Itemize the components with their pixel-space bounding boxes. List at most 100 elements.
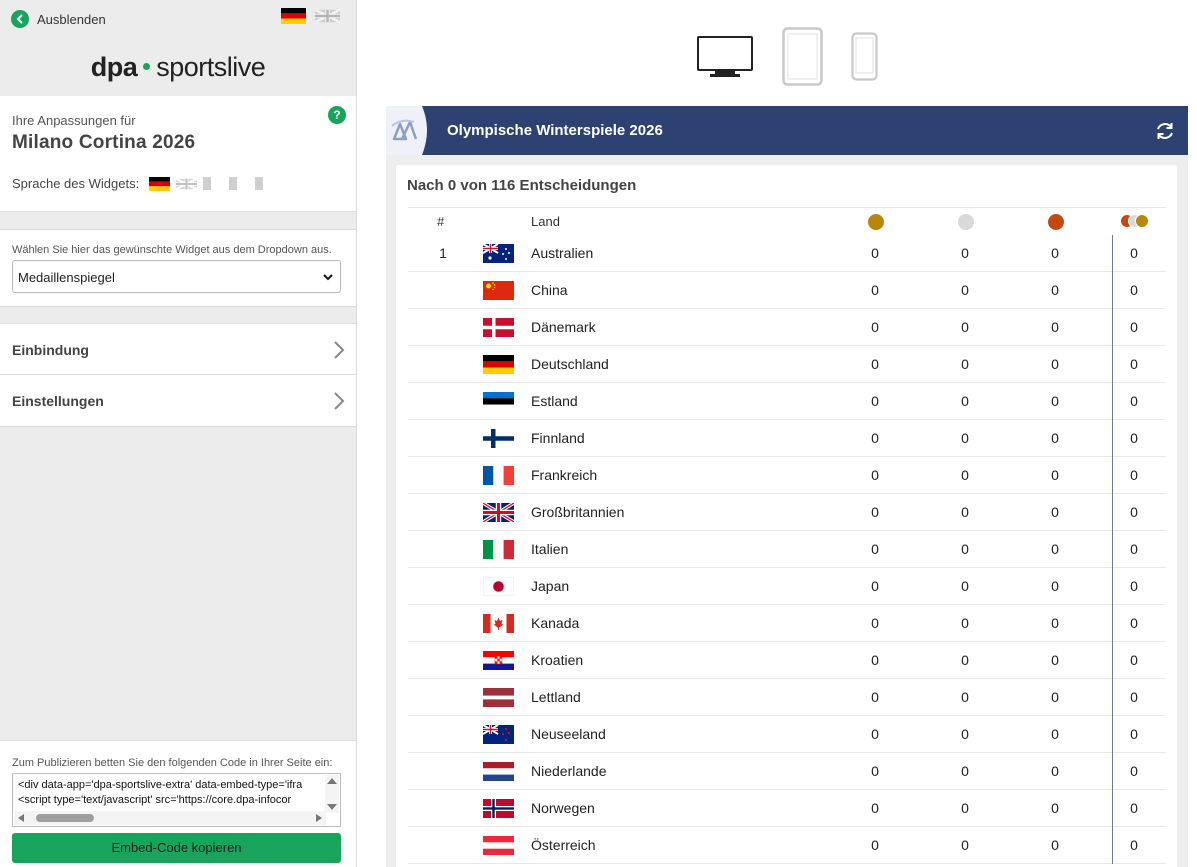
flag-dk-icon [483,318,514,337]
table-row: Finnland 0 0 0 0 [408,420,1166,457]
total-divider [1112,383,1113,420]
help-icon[interactable]: ? [328,106,346,124]
rank-cell: 1 [439,245,447,261]
embed-code-line: <div data-app='dpa-sportslive-extra' dat… [18,779,303,791]
table-header: # Land [408,207,1166,235]
hide-sidebar-button[interactable]: Ausblenden [11,10,106,28]
refresh-icon[interactable] [1154,120,1176,147]
ui-language-switch [281,8,340,24]
flag-no-icon [483,799,514,818]
table-row: China 0 0 0 0 [408,272,1166,309]
table-row: Kroatien 0 0 0 0 [408,642,1166,679]
total-divider [1112,790,1113,827]
widget-title: Olympische Winterspiele 2026 [447,122,663,139]
embed-hint: Zum Publizieren betten Sie den folgenden… [12,757,333,769]
bronze-count: 0 [1051,800,1059,816]
country-name: Finnland [531,430,585,446]
flag-gb-icon [483,503,514,522]
total-count: 0 [1130,356,1138,372]
flag-uk-icon[interactable] [176,177,198,191]
vertical-scrollbar[interactable] [325,775,339,813]
gold-count: 0 [871,837,879,853]
desktop-icon[interactable] [697,36,753,83]
gold-count: 0 [871,430,879,446]
table-row: Lettland 0 0 0 0 [408,679,1166,716]
flag-de-icon [483,355,514,374]
section-einbindung[interactable]: Einbindung [0,323,356,375]
bronze-count: 0 [1051,504,1059,520]
silver-count: 0 [961,652,969,668]
embed-code-line: <script type='text/javascript' src='http… [18,794,292,806]
silver-count: 0 [961,430,969,446]
bronze-count: 0 [1051,430,1059,446]
silver-medal-icon [958,214,974,230]
horizontal-scrollbar[interactable] [14,811,326,825]
flag-cn-icon [483,281,514,300]
decisions-count: Nach 0 von 116 Entscheidungen [407,177,637,194]
medal-table-widget: Olympische Winterspiele 2026 Nach 0 von … [386,106,1188,867]
table-row: Deutschland 0 0 0 0 [408,346,1166,383]
flag-de-icon[interactable] [149,176,171,191]
total-medals-icon [1120,214,1152,230]
total-divider [1112,531,1113,568]
sidebar-top-bar: Ausblenden [0,0,356,40]
silver-count: 0 [961,245,969,261]
total-count: 0 [1130,726,1138,742]
silver-count: 0 [961,393,969,409]
phone-icon[interactable] [851,32,878,86]
total-count: 0 [1130,763,1138,779]
widget-header: Olympische Winterspiele 2026 [386,106,1188,155]
rank-column-header: # [437,214,445,229]
country-name: Großbritannien [531,504,625,520]
gold-count: 0 [871,393,879,409]
total-count: 0 [1130,615,1138,631]
hide-sidebar-label: Ausblenden [37,11,106,27]
table-row: Kanada 0 0 0 0 [408,605,1166,642]
gold-count: 0 [871,282,879,298]
gold-count: 0 [871,319,879,335]
customization-subtitle: Ihre Anpassungen für [12,113,136,128]
language-placeholder[interactable] [203,177,212,190]
total-divider [1112,568,1113,605]
customization-card: Ihre Anpassungen für Milano Cortina 2026… [0,96,356,212]
scrollbar-thumb[interactable] [36,814,94,822]
flag-ee-icon [483,392,514,411]
flag-uk-icon[interactable] [315,8,340,24]
table-row: Estland 0 0 0 0 [408,383,1166,420]
chevron-right-icon [333,340,345,365]
bronze-count: 0 [1051,319,1059,335]
total-divider [1112,235,1113,272]
settings-sidebar: Ausblenden dpa sportslive Ihre Anpassunge… [0,0,357,867]
silver-count: 0 [961,837,969,853]
flag-de-icon[interactable] [281,8,306,24]
silver-count: 0 [961,504,969,520]
country-name: Estland [531,393,578,409]
section-einstellungen[interactable]: Einstellungen [0,375,356,427]
widget-language-options [149,176,264,191]
table-row: Dänemark 0 0 0 0 [408,309,1166,346]
flag-fr-icon [483,466,514,485]
table-row: Japan 0 0 0 0 [408,568,1166,605]
embed-code-textarea[interactable]: <div data-app='dpa-sportslive-extra' dat… [12,773,341,827]
silver-count: 0 [961,541,969,557]
gold-count: 0 [871,726,879,742]
tablet-icon[interactable] [782,27,823,91]
logo-dot [143,63,151,71]
bronze-medal-icon [1048,214,1064,230]
language-placeholder[interactable] [255,177,264,190]
bronze-count: 0 [1051,541,1059,557]
copy-embed-code-button[interactable]: Embed-Code kopieren [12,833,341,863]
silver-count: 0 [961,800,969,816]
medal-table-card: Nach 0 von 116 Entscheidungen # Land 1 A… [396,165,1177,867]
widget-type-select[interactable]: Medaillenspiegel [12,260,341,293]
bronze-count: 0 [1051,652,1059,668]
total-count: 0 [1130,430,1138,446]
table-row: Niederlande 0 0 0 0 [408,753,1166,790]
bronze-count: 0 [1051,467,1059,483]
country-name: Dänemark [531,319,596,335]
country-name: Lettland [531,689,581,705]
gold-count: 0 [871,356,879,372]
table-row: Italien 0 0 0 0 [408,531,1166,568]
language-placeholder[interactable] [229,177,238,190]
silver-count: 0 [961,467,969,483]
